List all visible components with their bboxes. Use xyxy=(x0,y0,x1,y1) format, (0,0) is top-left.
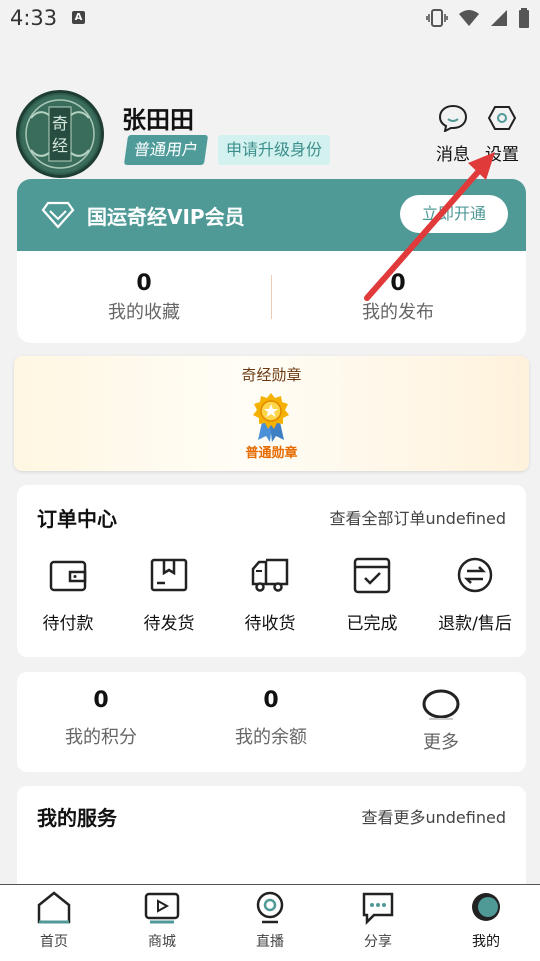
points-count: 0 xyxy=(93,688,109,713)
balance-count: 0 xyxy=(263,688,279,713)
wallet-icon xyxy=(49,560,87,592)
user-name: 张田田 xyxy=(122,106,194,134)
svg-text:经: 经 xyxy=(52,136,68,155)
points-stat[interactable]: 0 我的积分 xyxy=(21,688,181,749)
order-pending-receipt[interactable]: 待收货 xyxy=(230,555,310,634)
avatar[interactable]: 奇 经 xyxy=(16,90,104,178)
more-label: 更多 xyxy=(423,732,459,753)
tab-mine[interactable]: 我的 xyxy=(451,891,521,951)
tab-label: 首页 xyxy=(40,934,68,950)
truck-icon xyxy=(251,558,289,592)
status-icons xyxy=(426,8,530,28)
medal-label: 普通勋章 xyxy=(245,446,298,461)
battery-icon xyxy=(519,8,529,28)
settings-button[interactable]: 设置 xyxy=(477,104,527,165)
points-label: 我的积分 xyxy=(65,727,137,748)
tab-mall[interactable]: 商城 xyxy=(127,891,197,951)
tab-label: 我的 xyxy=(472,934,500,950)
bottom-tab-bar: 首页 商城 直播 分享 我的 xyxy=(0,884,540,961)
more-stat[interactable]: 更多 xyxy=(361,688,521,754)
profile-icon xyxy=(472,893,500,921)
message-icon xyxy=(438,104,468,133)
package-icon xyxy=(150,558,188,592)
camera-icon xyxy=(256,891,284,924)
favorites-count: 0 xyxy=(136,271,152,296)
home-icon xyxy=(37,891,71,924)
balance-stat[interactable]: 0 我的余额 xyxy=(191,688,351,749)
stat-divider xyxy=(271,275,272,319)
tv-icon xyxy=(144,892,180,924)
wifi-icon xyxy=(459,10,479,26)
order-item-label: 待发货 xyxy=(143,614,195,634)
services-title: 我的服务 xyxy=(37,806,117,830)
chat-icon xyxy=(362,892,394,926)
vip-card: 国运奇经VIP会员 立即开通 0 我的收藏 0 我的发布 xyxy=(17,179,526,343)
favorites-label: 我的收藏 xyxy=(108,302,180,323)
order-item-label: 退款/售后 xyxy=(438,614,512,634)
signal-icon xyxy=(491,10,507,26)
services-panel: 我的服务 查看更多undefined xyxy=(17,786,526,896)
tab-label: 商城 xyxy=(148,934,176,950)
vibrate-icon xyxy=(426,9,448,27)
medal-card-title: 奇经勋章 xyxy=(241,366,302,384)
favorites-stat[interactable]: 0 我的收藏 xyxy=(64,271,224,324)
vip-header: 国运奇经VIP会员 立即开通 xyxy=(17,179,526,251)
messages-button[interactable]: 消息 xyxy=(428,104,478,165)
assets-panel: 0 我的积分 0 我的余额 更多 xyxy=(17,672,526,772)
balance-label: 我的余额 xyxy=(235,727,307,748)
order-center-title: 订单中心 xyxy=(37,507,117,531)
settings-label: 设置 xyxy=(485,145,519,165)
more-icon xyxy=(422,689,460,720)
tab-home[interactable]: 首页 xyxy=(19,891,89,951)
tab-live[interactable]: 直播 xyxy=(235,891,305,951)
medal-card[interactable]: 奇经勋章 普通勋章 xyxy=(14,356,529,471)
svg-text:奇: 奇 xyxy=(52,114,68,133)
avatar-seal-image: 奇 经 xyxy=(21,95,99,173)
order-item-label: 待付款 xyxy=(42,614,94,634)
posts-label: 我的发布 xyxy=(362,302,434,323)
order-pending-payment[interactable]: 待付款 xyxy=(28,555,108,634)
tab-label: 分享 xyxy=(364,934,392,950)
view-all-orders-link[interactable]: 查看全部订单undefined xyxy=(329,505,506,529)
messages-label: 消息 xyxy=(436,145,470,165)
order-completed[interactable]: 已完成 xyxy=(332,555,412,634)
vip-open-button[interactable]: 立即开通 xyxy=(400,195,508,233)
settings-icon xyxy=(487,106,517,130)
tab-share[interactable]: 分享 xyxy=(343,891,413,951)
order-item-label: 已完成 xyxy=(346,614,398,634)
user-level-badge: 普通用户 xyxy=(123,135,209,165)
status-time: 4:33 xyxy=(10,6,58,30)
order-item-label: 待收货 xyxy=(244,614,296,634)
diamond-icon xyxy=(41,201,75,229)
checked-box-icon xyxy=(353,557,391,594)
posts-count: 0 xyxy=(390,271,406,296)
upgrade-identity-button[interactable]: 申请升级身份 xyxy=(218,135,331,165)
notification-icon: A xyxy=(72,11,85,24)
tab-label: 直播 xyxy=(256,934,284,950)
order-pending-shipment[interactable]: 待发货 xyxy=(129,555,209,634)
exchange-icon xyxy=(457,557,493,593)
order-refund-aftersale[interactable]: 退款/售后 xyxy=(435,555,515,634)
vip-title: 国运奇经VIP会员 xyxy=(87,205,245,229)
posts-stat[interactable]: 0 我的发布 xyxy=(318,271,478,324)
view-more-services-link[interactable]: 查看更多undefined xyxy=(361,804,506,828)
status-bar: 4:33 A xyxy=(0,0,540,38)
medal-icon xyxy=(253,393,289,442)
